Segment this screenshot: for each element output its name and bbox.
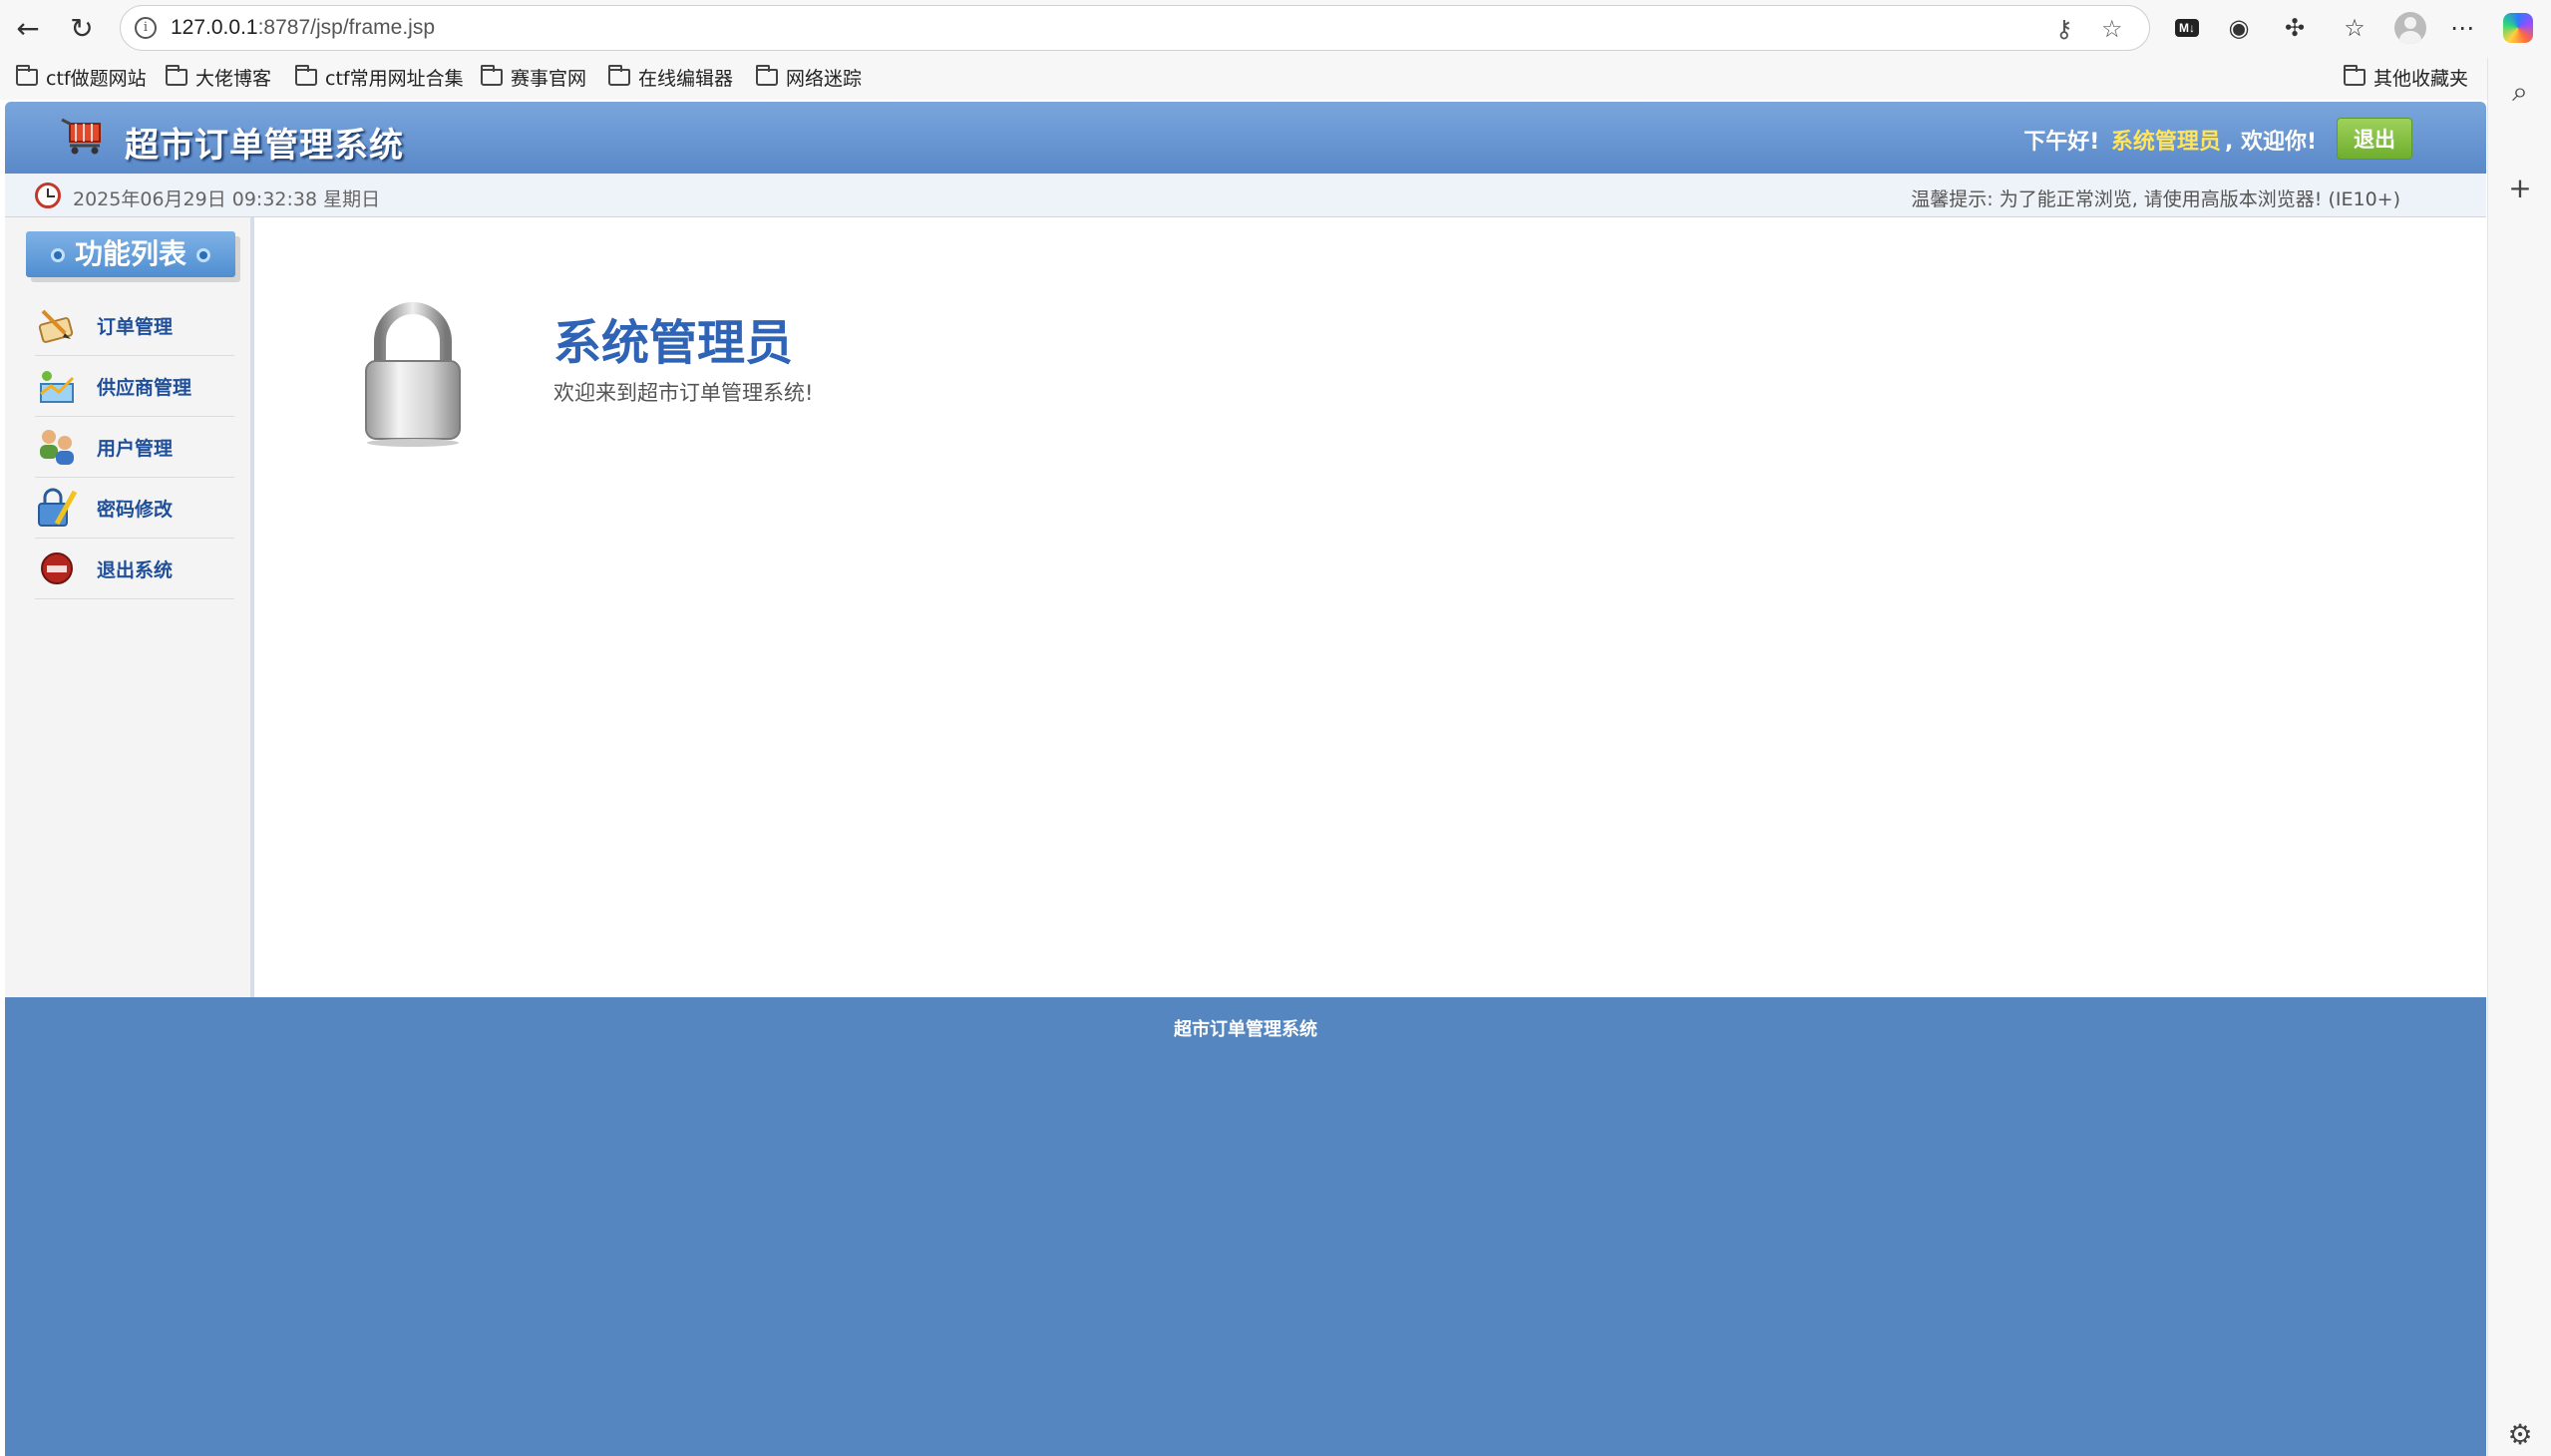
sidebar-item-password[interactable]: 密码修改: [35, 478, 234, 539]
markdown-icon[interactable]: M↓: [2170, 12, 2204, 44]
welcome-text: 欢迎来到超市订单管理系统!: [553, 381, 814, 405]
copilot-icon[interactable]: [2501, 12, 2535, 44]
url-text[interactable]: 127.0.0.1:8787/jsp/frame.jsp: [171, 16, 435, 40]
bookmark-folder[interactable]: 网络迷踪: [756, 64, 862, 91]
app-title: 超市订单管理系统: [125, 126, 404, 166]
record-icon[interactable]: ◉: [2222, 12, 2256, 44]
greeting-suffix: , 欢迎你!: [2224, 130, 2317, 155]
folder-icon: [166, 65, 187, 86]
folder-icon: [295, 65, 317, 86]
search-icon[interactable]: ⌕: [2504, 75, 2536, 108]
info-icon[interactable]: i: [135, 17, 157, 39]
exit-icon: [41, 552, 73, 584]
sidebar-item-supplier[interactable]: 供应商管理: [35, 356, 234, 417]
browser-sidebar: ⌕ + ⚙: [2487, 58, 2551, 1456]
folder-icon: [608, 65, 630, 86]
sidebar-item-users[interactable]: 用户管理: [35, 417, 234, 478]
admin-title: 系统管理员: [553, 315, 794, 371]
sidebar-item-exit[interactable]: 退出系统: [35, 539, 234, 599]
app-frame: 超市订单管理系统 下午好! 系统管理员, 欢迎你! 退出 2025年06月29日…: [5, 102, 2486, 1456]
greeting: 下午好! 系统管理员, 欢迎你!: [2023, 124, 2317, 156]
profile-icon[interactable]: [2393, 12, 2427, 44]
folder-icon: [481, 65, 503, 86]
bullet-icon: [50, 248, 65, 262]
settings-icon[interactable]: ⚙: [2504, 1418, 2536, 1451]
users-icon: [40, 430, 74, 465]
plus-icon[interactable]: +: [2504, 172, 2536, 204]
address-bar[interactable]: i 127.0.0.1:8787/jsp/frame.jsp ⚷ ☆: [120, 5, 2150, 51]
bookmark-folder[interactable]: 在线编辑器: [608, 64, 733, 91]
datetime: 2025年06月29日 09:32:38 星期日: [73, 188, 381, 210]
more-icon[interactable]: ⋯: [2445, 12, 2479, 44]
bookmarks-bar: ctf做题网站 大佬博客 ctf常用网址合集 赛事官网 在线编辑器 网络迷踪 其…: [0, 58, 2493, 98]
key-icon[interactable]: ⚷: [2055, 15, 2073, 43]
greeting-prefix: 下午好!: [2023, 130, 2100, 155]
order-icon: [38, 309, 74, 343]
password-icon: [38, 488, 78, 527]
folder-icon: [756, 65, 778, 86]
shopping-cart-icon: [61, 118, 101, 155]
bullet-icon: [196, 248, 210, 262]
bookmark-folder[interactable]: 赛事官网: [481, 64, 586, 91]
sidebar-item-order[interactable]: 订单管理: [35, 295, 234, 356]
sidebar-menu: 订单管理 供应商管理 用户管理 密码修改 退出系统: [35, 295, 234, 599]
function-list-title: 功能列表: [26, 231, 235, 277]
back-icon[interactable]: ←: [6, 10, 50, 46]
sidebar: 功能列表 订单管理 供应商管理 用户管理 密码修改 退出系统: [5, 217, 254, 997]
browser-toolbar: ← ↻ i 127.0.0.1:8787/jsp/frame.jsp ⚷ ☆ M…: [0, 0, 2551, 100]
folder-icon: [16, 65, 38, 86]
extensions-icon[interactable]: ✣: [2278, 12, 2312, 44]
username: 系统管理员: [2110, 130, 2221, 155]
refresh-icon[interactable]: ↻: [60, 10, 104, 46]
info-bar: 2025年06月29日 09:32:38 星期日 温馨提示: 为了能正常浏览, …: [5, 174, 2486, 217]
logout-button[interactable]: 退出: [2337, 118, 2412, 160]
favorites-icon[interactable]: ☆: [2338, 12, 2371, 44]
app-header: 超市订单管理系统 下午好! 系统管理员, 欢迎你! 退出: [5, 102, 2486, 174]
main-content: 系统管理员 欢迎来到超市订单管理系统!: [258, 217, 2486, 997]
footer-text: 超市订单管理系统: [1174, 1019, 1317, 1040]
bookmark-folder[interactable]: ctf常用网址合集: [295, 64, 464, 91]
browser-tip: 温馨提示: 为了能正常浏览, 请使用高版本浏览器! (IE10+): [1911, 188, 2400, 210]
bookmark-folder[interactable]: 大佬博客: [166, 64, 271, 91]
other-bookmarks-folder[interactable]: 其他收藏夹: [2344, 64, 2468, 91]
star-icon[interactable]: ☆: [2101, 15, 2123, 43]
clock-icon: [35, 182, 61, 208]
bookmark-folder[interactable]: ctf做题网站: [16, 64, 147, 91]
lock-icon: [365, 302, 461, 447]
footer: 超市订单管理系统: [5, 997, 2486, 1456]
folder-icon: [2344, 65, 2366, 86]
supplier-icon: [40, 371, 75, 403]
